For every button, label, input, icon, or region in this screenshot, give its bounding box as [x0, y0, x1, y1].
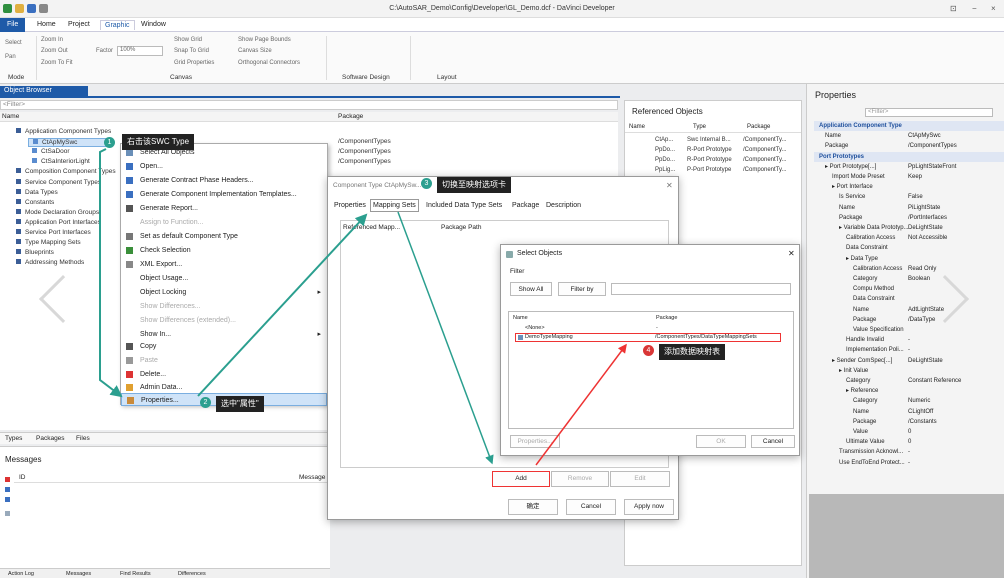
callout-add-mapping: 添加数据映射表 [659, 344, 725, 360]
callout-select-properties: 选中"属性" [216, 396, 264, 412]
step-1-badge: 1 [104, 137, 115, 148]
step-2-badge: 2 [200, 397, 211, 408]
step-3-badge: 3 [421, 178, 432, 189]
callout-right-click: 右击该SWC Type [122, 134, 195, 150]
callout-switch-tab: 切换至映射选项卡 [437, 177, 511, 193]
arrow-line-4 [535, 343, 627, 466]
step-4-badge: 4 [643, 345, 654, 356]
arrow-line-2 [197, 213, 368, 397]
annotation-arrows [99, 148, 627, 466]
arrow-line-1 [99, 148, 123, 398]
arrow-line-3 [397, 211, 494, 465]
